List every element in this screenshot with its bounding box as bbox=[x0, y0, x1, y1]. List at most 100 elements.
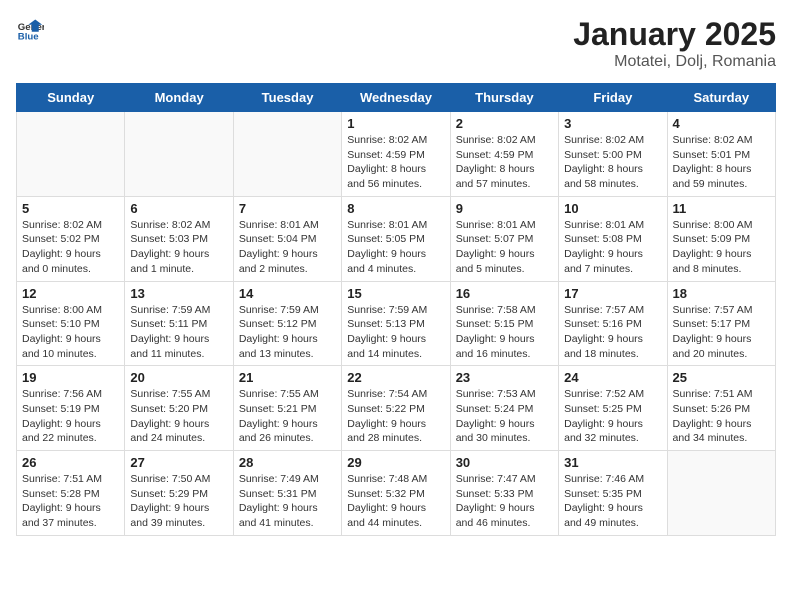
calendar-week-row: 1 Sunrise: 8:02 AM Sunset: 4:59 PM Daylig… bbox=[17, 112, 776, 197]
day-detail: Sunrise: 7:51 AM Sunset: 5:28 PM Dayligh… bbox=[22, 472, 119, 531]
day-detail: Sunrise: 7:55 AM Sunset: 5:21 PM Dayligh… bbox=[239, 387, 336, 446]
logo: General Blue bbox=[16, 16, 44, 44]
calendar-day-cell: 16 Sunrise: 7:58 AM Sunset: 5:15 PM Dayli… bbox=[450, 281, 558, 366]
weekday-header-row: SundayMondayTuesdayWednesdayThursdayFrid… bbox=[17, 84, 776, 112]
day-detail: Sunrise: 8:01 AM Sunset: 5:07 PM Dayligh… bbox=[456, 218, 553, 277]
calendar-week-row: 12Sunrise: 8:00 AM Sunset: 5:10 PM Dayli… bbox=[17, 281, 776, 366]
svg-text:Blue: Blue bbox=[18, 32, 39, 43]
calendar-day-cell: 28Sunrise: 7:49 AM Sunset: 5:31 PM Dayli… bbox=[233, 451, 341, 536]
day-number: 6 bbox=[130, 201, 227, 216]
day-detail: Sunrise: 7:58 AM Sunset: 5:15 PM Dayligh… bbox=[456, 303, 553, 362]
calendar-day-cell: 2Sunrise: 8:02 AM Sunset: 4:59 PM Daylig… bbox=[450, 112, 558, 197]
day-detail: Sunrise: 7:50 AM Sunset: 5:29 PM Dayligh… bbox=[130, 472, 227, 531]
calendar-week-row: 5 Sunrise: 8:02 AM Sunset: 5:02 PM Daylig… bbox=[17, 196, 776, 281]
day-detail: Sunrise: 8:00 AM Sunset: 5:09 PM Dayligh… bbox=[673, 218, 770, 277]
day-number: 1 bbox=[347, 116, 444, 131]
day-number: 11 bbox=[673, 201, 770, 216]
calendar-day-cell: 25Sunrise: 7:51 AM Sunset: 5:26 PM Dayli… bbox=[667, 366, 775, 451]
weekday-header: Saturday bbox=[667, 84, 775, 112]
day-detail: Sunrise: 7:57 AM Sunset: 5:16 PM Dayligh… bbox=[564, 303, 661, 362]
calendar-day-cell bbox=[17, 112, 125, 197]
day-detail: Sunrise: 7:59 AM Sunset: 5:12 PM Dayligh… bbox=[239, 303, 336, 362]
day-detail: Sunrise: 7:52 AM Sunset: 5:25 PM Dayligh… bbox=[564, 387, 661, 446]
day-detail: Sunrise: 8:02 AM Sunset: 5:03 PM Dayligh… bbox=[130, 218, 227, 277]
day-detail: Sunrise: 8:02 AM Sunset: 5:02 PM Dayligh… bbox=[22, 218, 119, 277]
day-detail: Sunrise: 7:46 AM Sunset: 5:35 PM Dayligh… bbox=[564, 472, 661, 531]
weekday-header: Thursday bbox=[450, 84, 558, 112]
day-detail: Sunrise: 8:02 AM Sunset: 4:59 PM Dayligh… bbox=[347, 133, 444, 192]
day-number: 5 bbox=[22, 201, 119, 216]
calendar-day-cell: 10 Sunrise: 8:01 AM Sunset: 5:08 PM Dayli… bbox=[559, 196, 667, 281]
day-number: 14 bbox=[239, 286, 336, 301]
day-detail: Sunrise: 8:01 AM Sunset: 5:04 PM Dayligh… bbox=[239, 218, 336, 277]
day-detail: Sunrise: 8:00 AM Sunset: 5:10 PM Dayligh… bbox=[22, 303, 119, 362]
weekday-header: Wednesday bbox=[342, 84, 450, 112]
calendar-day-cell: 3 Sunrise: 8:02 AM Sunset: 5:00 PM Daylig… bbox=[559, 112, 667, 197]
day-number: 22 bbox=[347, 370, 444, 385]
day-detail: Sunrise: 7:47 AM Sunset: 5:33 PM Dayligh… bbox=[456, 472, 553, 531]
calendar-day-cell bbox=[233, 112, 341, 197]
day-number: 3 bbox=[564, 116, 661, 131]
day-detail: Sunrise: 7:55 AM Sunset: 5:20 PM Dayligh… bbox=[130, 387, 227, 446]
day-detail: Sunrise: 7:49 AM Sunset: 5:31 PM Dayligh… bbox=[239, 472, 336, 531]
calendar-day-cell: 18 Sunrise: 7:57 AM Sunset: 5:17 PM Dayli… bbox=[667, 281, 775, 366]
day-detail: Sunrise: 8:02 AM Sunset: 5:01 PM Dayligh… bbox=[673, 133, 770, 192]
day-number: 31 bbox=[564, 455, 661, 470]
day-number: 17 bbox=[564, 286, 661, 301]
calendar-subtitle: Motatei, Dolj, Romania bbox=[573, 53, 776, 71]
day-number: 24 bbox=[564, 370, 661, 385]
calendar-day-cell: 8 Sunrise: 8:01 AM Sunset: 5:05 PM Daylig… bbox=[342, 196, 450, 281]
day-number: 20 bbox=[130, 370, 227, 385]
day-detail: Sunrise: 8:02 AM Sunset: 5:00 PM Dayligh… bbox=[564, 133, 661, 192]
day-number: 13 bbox=[130, 286, 227, 301]
day-number: 21 bbox=[239, 370, 336, 385]
calendar-day-cell: 17 Sunrise: 7:57 AM Sunset: 5:16 PM Dayli… bbox=[559, 281, 667, 366]
calendar-day-cell bbox=[667, 451, 775, 536]
day-detail: Sunrise: 7:48 AM Sunset: 5:32 PM Dayligh… bbox=[347, 472, 444, 531]
day-detail: Sunrise: 7:57 AM Sunset: 5:17 PM Dayligh… bbox=[673, 303, 770, 362]
day-detail: Sunrise: 8:01 AM Sunset: 5:05 PM Dayligh… bbox=[347, 218, 444, 277]
header: General Blue January 2025 Motatei, Dolj,… bbox=[16, 16, 776, 71]
calendar-day-cell: 13 Sunrise: 7:59 AM Sunset: 5:11 PM Dayli… bbox=[125, 281, 233, 366]
calendar-day-cell: 12Sunrise: 8:00 AM Sunset: 5:10 PM Dayli… bbox=[17, 281, 125, 366]
day-number: 23 bbox=[456, 370, 553, 385]
calendar-day-cell: 22Sunrise: 7:54 AM Sunset: 5:22 PM Dayli… bbox=[342, 366, 450, 451]
calendar-day-cell: 19Sunrise: 7:56 AM Sunset: 5:19 PM Dayli… bbox=[17, 366, 125, 451]
day-number: 9 bbox=[456, 201, 553, 216]
calendar-day-cell: 21 Sunrise: 7:55 AM Sunset: 5:21 PM Dayli… bbox=[233, 366, 341, 451]
day-detail: Sunrise: 7:59 AM Sunset: 5:13 PM Dayligh… bbox=[347, 303, 444, 362]
day-detail: Sunrise: 7:53 AM Sunset: 5:24 PM Dayligh… bbox=[456, 387, 553, 446]
day-number: 29 bbox=[347, 455, 444, 470]
calendar-day-cell: 23 Sunrise: 7:53 AM Sunset: 5:24 PM Dayli… bbox=[450, 366, 558, 451]
calendar-day-cell: 9 Sunrise: 8:01 AM Sunset: 5:07 PM Daylig… bbox=[450, 196, 558, 281]
day-number: 8 bbox=[347, 201, 444, 216]
logo-icon: General Blue bbox=[16, 16, 44, 44]
day-detail: Sunrise: 7:59 AM Sunset: 5:11 PM Dayligh… bbox=[130, 303, 227, 362]
calendar-table: SundayMondayTuesdayWednesdayThursdayFrid… bbox=[16, 83, 776, 536]
calendar-day-cell: 14 Sunrise: 7:59 AM Sunset: 5:12 PM Dayli… bbox=[233, 281, 341, 366]
day-number: 2 bbox=[456, 116, 553, 131]
day-number: 18 bbox=[673, 286, 770, 301]
calendar-day-cell: 31 Sunrise: 7:46 AM Sunset: 5:35 PM Dayli… bbox=[559, 451, 667, 536]
weekday-header: Friday bbox=[559, 84, 667, 112]
weekday-header: Monday bbox=[125, 84, 233, 112]
calendar-day-cell: 4 Sunrise: 8:02 AM Sunset: 5:01 PM Daylig… bbox=[667, 112, 775, 197]
weekday-header: Tuesday bbox=[233, 84, 341, 112]
day-detail: Sunrise: 7:56 AM Sunset: 5:19 PM Dayligh… bbox=[22, 387, 119, 446]
day-number: 15 bbox=[347, 286, 444, 301]
calendar-day-cell: 24 Sunrise: 7:52 AM Sunset: 5:25 PM Dayli… bbox=[559, 366, 667, 451]
day-detail: Sunrise: 7:51 AM Sunset: 5:26 PM Dayligh… bbox=[673, 387, 770, 446]
day-number: 26 bbox=[22, 455, 119, 470]
day-number: 4 bbox=[673, 116, 770, 131]
calendar-day-cell: 20 Sunrise: 7:55 AM Sunset: 5:20 PM Dayli… bbox=[125, 366, 233, 451]
calendar-day-cell: 29 Sunrise: 7:48 AM Sunset: 5:32 PM Dayli… bbox=[342, 451, 450, 536]
calendar-day-cell: 7Sunrise: 8:01 AM Sunset: 5:04 PM Daylig… bbox=[233, 196, 341, 281]
calendar-day-cell: 6 Sunrise: 8:02 AM Sunset: 5:03 PM Daylig… bbox=[125, 196, 233, 281]
day-number: 16 bbox=[456, 286, 553, 301]
calendar-day-cell bbox=[125, 112, 233, 197]
day-detail: Sunrise: 8:01 AM Sunset: 5:08 PM Dayligh… bbox=[564, 218, 661, 277]
calendar-day-cell: 26 Sunrise: 7:51 AM Sunset: 5:28 PM Dayli… bbox=[17, 451, 125, 536]
day-number: 10 bbox=[564, 201, 661, 216]
calendar-day-cell: 30Sunrise: 7:47 AM Sunset: 5:33 PM Dayli… bbox=[450, 451, 558, 536]
calendar-day-cell: 1 Sunrise: 8:02 AM Sunset: 4:59 PM Daylig… bbox=[342, 112, 450, 197]
